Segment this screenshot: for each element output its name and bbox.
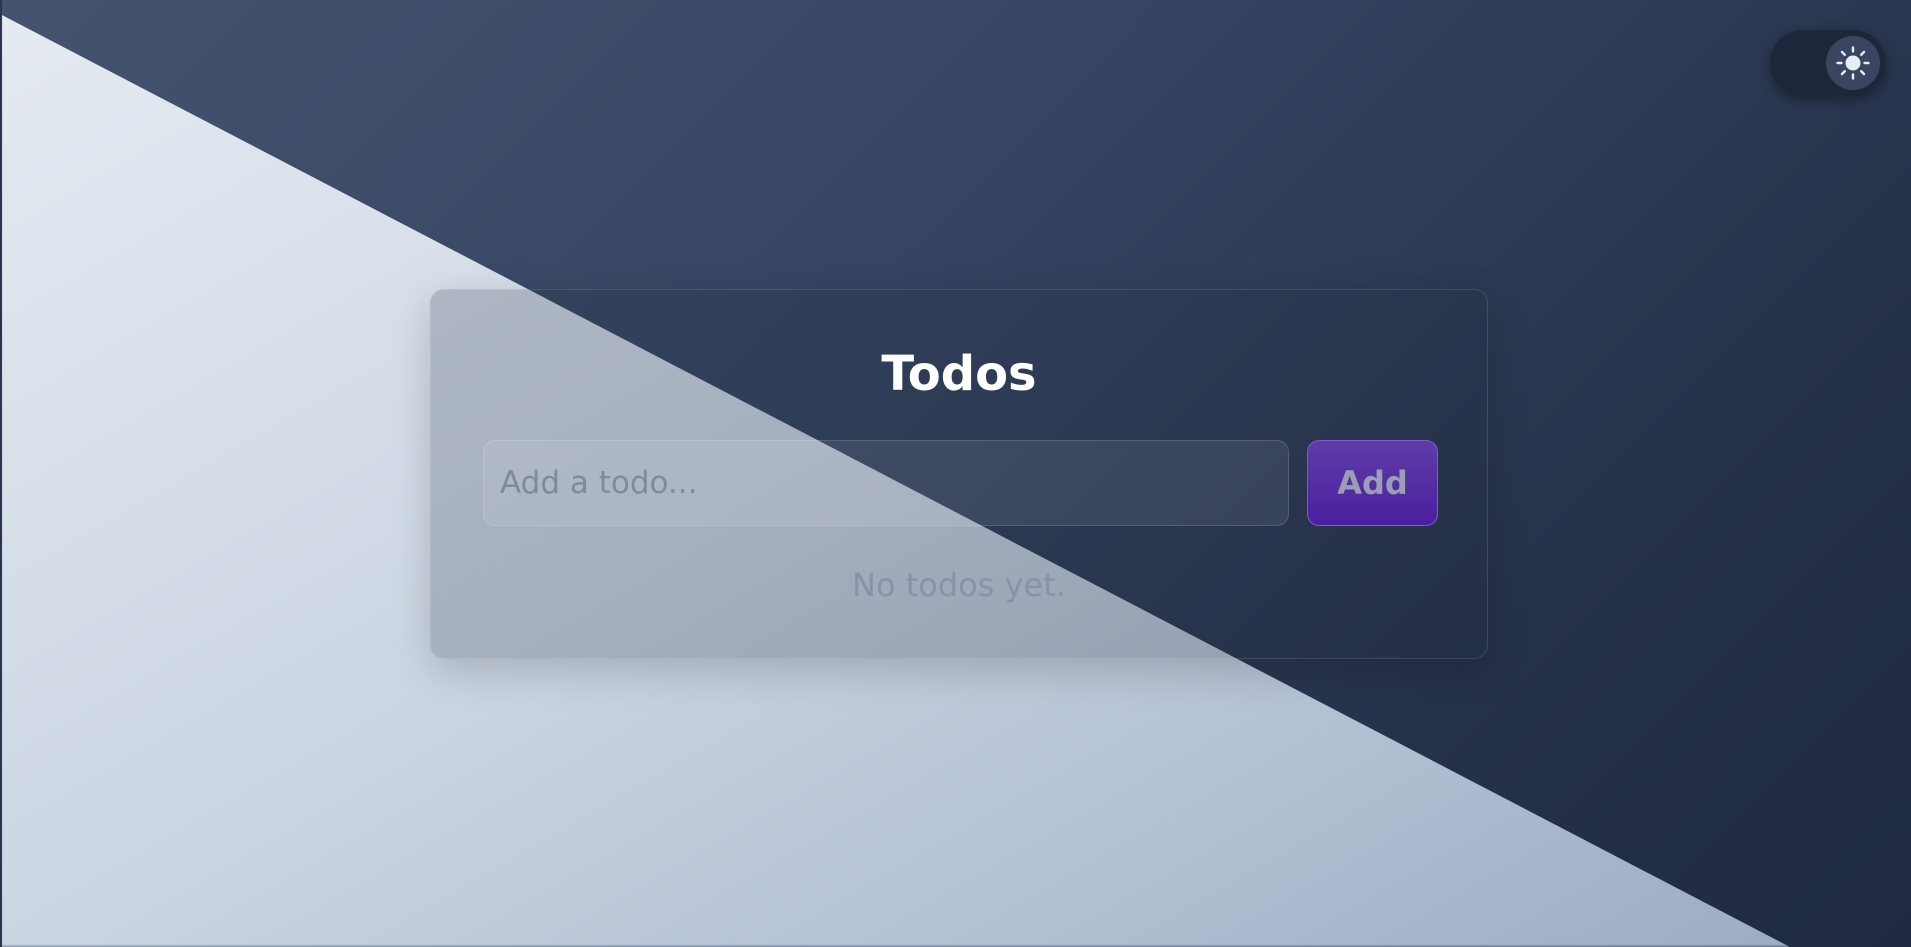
theme-toggle[interactable]	[1770, 30, 1886, 96]
app-page: Todos Add No todos yet.	[0, 0, 1911, 947]
page-title: Todos	[881, 346, 1037, 402]
todo-input[interactable]	[483, 440, 1289, 526]
add-button[interactable]: Add	[1307, 440, 1438, 526]
todo-card: Todos Add No todos yet.	[430, 289, 1488, 659]
window-edge	[0, 0, 2, 947]
empty-state-message: No todos yet.	[852, 566, 1066, 604]
sun-icon	[1836, 46, 1870, 80]
toggle-knob[interactable]	[1826, 36, 1880, 90]
